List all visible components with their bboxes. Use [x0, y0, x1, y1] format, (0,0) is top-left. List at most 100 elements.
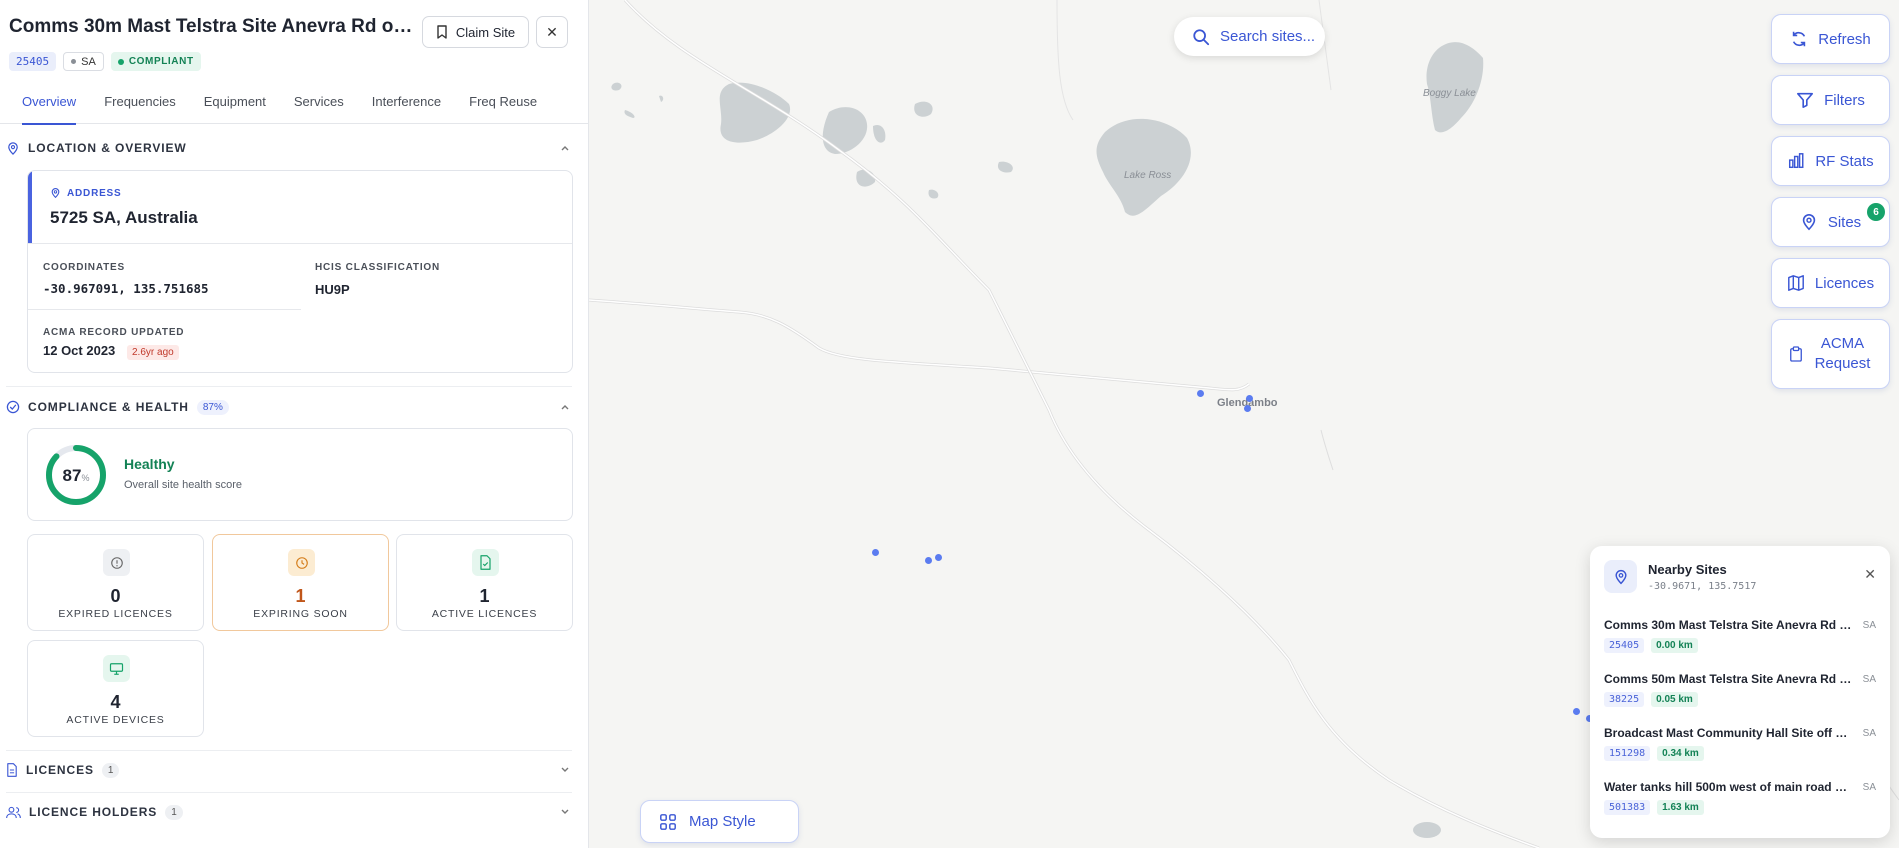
refresh-icon	[1793, 31, 1806, 47]
bookmark-icon	[437, 25, 447, 39]
alert-circle-icon	[103, 549, 130, 576]
acma-request-button[interactable]: ACMA Request	[1771, 319, 1890, 389]
stat-active-devices: 4 ACTIVE DEVICES	[27, 640, 204, 737]
nearby-site-item[interactable]: Comms 50m Mast Telstra Site Anevra Rd of…	[1604, 672, 1876, 726]
sites-button[interactable]: Sites 6	[1771, 197, 1890, 247]
refresh-button[interactable]: Refresh	[1771, 14, 1890, 64]
site-marker[interactable]	[872, 549, 879, 556]
file-icon	[7, 763, 17, 777]
status-badge-label: COMPLIANT	[128, 56, 194, 67]
close-icon: ✕	[546, 23, 558, 40]
rf-stats-button[interactable]: RF Stats	[1771, 136, 1890, 186]
close-panel-button[interactable]: ✕	[536, 16, 568, 48]
claim-site-label: Claim Site	[455, 24, 516, 40]
nearby-site-item[interactable]: Water tanks hill 500m west of main road …	[1604, 780, 1876, 834]
nearby-site-id: 25405	[1604, 638, 1645, 653]
close-icon[interactable]: ✕	[1864, 566, 1876, 583]
map-search-button[interactable]: Search sites...	[1174, 17, 1325, 56]
claim-site-button[interactable]: Claim Site	[422, 16, 529, 48]
search-placeholder: Search sites...	[1220, 28, 1316, 45]
grid-icon	[660, 813, 676, 830]
chevron-down-icon	[561, 809, 569, 814]
site-marker[interactable]	[1244, 405, 1251, 412]
health-score-value: 87%	[45, 466, 107, 486]
tab-bar: Overview Frequencies Equipment Services …	[0, 92, 588, 125]
tab-freq-reuse[interactable]: Freq Reuse	[469, 92, 537, 124]
tab-overview[interactable]: Overview	[22, 92, 77, 125]
map-style-button[interactable]: Map Style	[640, 800, 799, 843]
nearby-site-item[interactable]: Comms 30m Mast Telstra Site Anevra Rd of…	[1604, 618, 1876, 672]
state-badge: SA	[63, 52, 104, 71]
address-label-text: ADDRESS	[67, 187, 122, 199]
nearby-site-distance: 0.34 km	[1657, 746, 1704, 761]
filters-button[interactable]: Filters	[1771, 75, 1890, 125]
nearby-site-name: Broadcast Mast Community Hall Site off R…	[1604, 726, 1854, 740]
site-marker[interactable]	[1197, 390, 1204, 397]
licences-section-title: LICENCES	[26, 763, 94, 777]
chevron-down-icon	[561, 767, 569, 772]
nearby-coords: -30.9671, 135.7517	[1648, 581, 1757, 592]
compliance-section-title: COMPLIANCE & HEALTH	[28, 400, 189, 414]
filters-label: Filters	[1824, 91, 1865, 109]
lake-ross-label: Lake Ross	[1124, 170, 1172, 181]
bar-chart-icon	[1789, 153, 1804, 169]
compliance-score-badge: 87%	[196, 399, 229, 415]
location-card: ADDRESS 5725 SA, Australia COORDINATES -…	[27, 170, 573, 373]
chevron-up-icon	[561, 405, 569, 410]
clipboard-icon	[1789, 346, 1802, 362]
site-marker[interactable]	[1573, 708, 1580, 715]
chevron-up-icon	[561, 146, 569, 151]
nearby-site-state: SA	[1862, 782, 1876, 793]
sites-count-badge: 6	[1867, 203, 1885, 221]
map-pin-icon	[8, 141, 18, 155]
hcis-label: HCIS CLASSIFICATION	[315, 262, 441, 273]
site-marker[interactable]	[935, 554, 942, 561]
health-subtitle: Overall site health score	[124, 479, 242, 491]
site-marker[interactable]	[925, 557, 932, 564]
nearby-site-distance: 1.63 km	[1657, 800, 1704, 815]
tab-frequencies[interactable]: Frequencies	[104, 92, 176, 124]
tab-services[interactable]: Services	[294, 92, 344, 124]
updated-label: ACMA RECORD UPDATED	[43, 327, 185, 338]
map-pin-icon	[1604, 560, 1637, 593]
licence-holders-count-badge: 1	[165, 804, 183, 820]
map-pin-icon	[1802, 214, 1816, 231]
updated-ago-badge: 2.6yr ago	[127, 345, 179, 360]
site-detail-panel: Comms 30m Mast Telstra Site Anevra Rd of…	[0, 0, 589, 848]
licences-label: Licences	[1814, 274, 1875, 292]
stat-label: EXPIRED LICENCES	[58, 608, 173, 620]
acma-request-label: ACMA Request	[1814, 335, 1871, 372]
nearby-site-distance: 0.05 km	[1651, 692, 1698, 707]
location-section-header[interactable]: LOCATION & OVERVIEW	[6, 139, 570, 157]
licence-holders-section-title: LICENCE HOLDERS	[29, 805, 158, 819]
file-check-icon	[472, 549, 499, 576]
site-marker[interactable]	[1246, 395, 1253, 402]
licences-section-header[interactable]: LICENCES 1	[6, 761, 570, 779]
tab-equipment[interactable]: Equipment	[204, 92, 266, 124]
licences-count-badge: 1	[101, 762, 120, 778]
filter-icon	[1797, 92, 1814, 109]
map-pin-icon	[51, 188, 60, 199]
nearby-site-id: 151298	[1604, 746, 1651, 761]
licence-holders-section-header[interactable]: LICENCE HOLDERS 1	[6, 803, 570, 821]
clock-icon	[288, 549, 315, 576]
refresh-label: Refresh	[1818, 30, 1871, 48]
nearby-site-name: Water tanks hill 500m west of main road …	[1604, 780, 1854, 794]
stat-value: 0	[110, 586, 121, 606]
nearby-site-name: Comms 50m Mast Telstra Site Anevra Rd of…	[1604, 672, 1854, 686]
stat-value: 4	[110, 692, 121, 712]
nearby-site-id: 38225	[1604, 692, 1645, 707]
location-section-title: LOCATION & OVERVIEW	[28, 141, 187, 155]
compliance-section-header[interactable]: COMPLIANCE & HEALTH 87%	[6, 398, 570, 416]
nearby-site-id: 501383	[1604, 800, 1651, 815]
stat-value: 1	[295, 586, 306, 606]
site-header: Comms 30m Mast Telstra Site Anevra Rd of…	[9, 16, 569, 71]
stat-active-licences: 1 ACTIVE LICENCES	[396, 534, 573, 631]
licences-button[interactable]: Licences	[1771, 258, 1890, 308]
tab-interference[interactable]: Interference	[372, 92, 441, 124]
nearby-site-item[interactable]: Broadcast Mast Community Hall Site off R…	[1604, 726, 1876, 780]
stat-expired-licences: 0 EXPIRED LICENCES	[27, 534, 204, 631]
coordinates-label: COORDINATES	[43, 262, 125, 273]
address-label: ADDRESS	[50, 187, 122, 199]
stat-label: ACTIVE DEVICES	[66, 714, 165, 726]
